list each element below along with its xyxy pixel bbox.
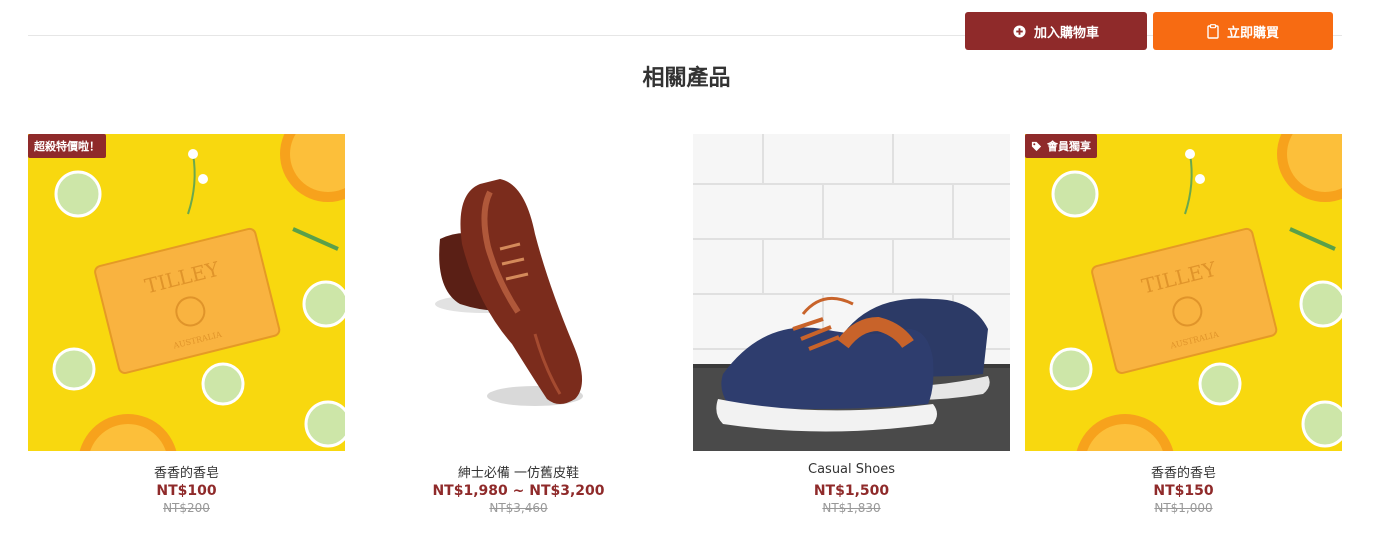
clipboard-icon (1207, 23, 1219, 39)
product-original-price: NT$1,830 (822, 501, 881, 515)
product-image[interactable] (360, 134, 677, 451)
product-card[interactable]: TILLEY AUSTRALIA 會員獨享 香香的香皂 NT$150 NT$1,… (1025, 134, 1342, 524)
product-card[interactable]: Casual Shoes NT$1,500 NT$1,830 (693, 134, 1010, 524)
product-name[interactable]: 香香的香皂 (1025, 462, 1342, 481)
canvas-shoes-photo (693, 134, 1010, 451)
product-image[interactable]: TILLEY AUSTRALIA 超殺特價啦！ (28, 134, 345, 451)
add-to-cart-label: 加入購物車 (1033, 25, 1099, 41)
product-price: NT$1,500 (813, 483, 890, 499)
product-original-price: NT$200 (163, 501, 210, 515)
tag-icon (1031, 141, 1042, 152)
plus-circle-icon (1013, 24, 1026, 38)
product-original-price: NT$1,000 (1154, 501, 1213, 515)
product-price: NT$1,980 ~ NT$3,200 (432, 483, 605, 499)
related-products-title: 相關產品 (642, 66, 731, 91)
product-price: NT$100 (156, 483, 217, 499)
product-card[interactable]: TILLEY AUSTRALIA 超殺特價啦！ 香香的香皂 NT$100 NT$… (28, 134, 345, 524)
product-image[interactable]: TILLEY AUSTRALIA 會員獨享 (1025, 134, 1342, 451)
buy-now-button[interactable]: 立即購買 (1153, 12, 1333, 50)
promo-badge-label: 超殺特價啦！ (34, 140, 100, 153)
member-badge-label: 會員獨享 (1047, 140, 1091, 153)
product-image[interactable] (693, 134, 1010, 451)
product-name[interactable]: 香香的香皂 (28, 462, 345, 481)
product-original-price: NT$3,460 (489, 501, 548, 515)
buy-now-label: 立即購買 (1226, 25, 1279, 41)
soap-photo: TILLEY AUSTRALIA (1025, 134, 1342, 451)
promo-badge: 超殺特價啦！ (28, 134, 106, 158)
member-badge: 會員獨享 (1025, 134, 1097, 158)
product-price: NT$150 (1153, 483, 1214, 499)
product-name[interactable]: Casual Shoes (693, 462, 1010, 480)
add-to-cart-button[interactable]: 加入購物車 (965, 12, 1147, 50)
product-name[interactable]: 紳士必備 一仿舊皮鞋 (360, 462, 677, 481)
product-card[interactable]: 紳士必備 一仿舊皮鞋 NT$1,980 ~ NT$3,200 NT$3,460 (360, 134, 677, 524)
leather-shoes-photo (360, 134, 677, 451)
soap-photo: TILLEY AUSTRALIA (28, 134, 345, 451)
